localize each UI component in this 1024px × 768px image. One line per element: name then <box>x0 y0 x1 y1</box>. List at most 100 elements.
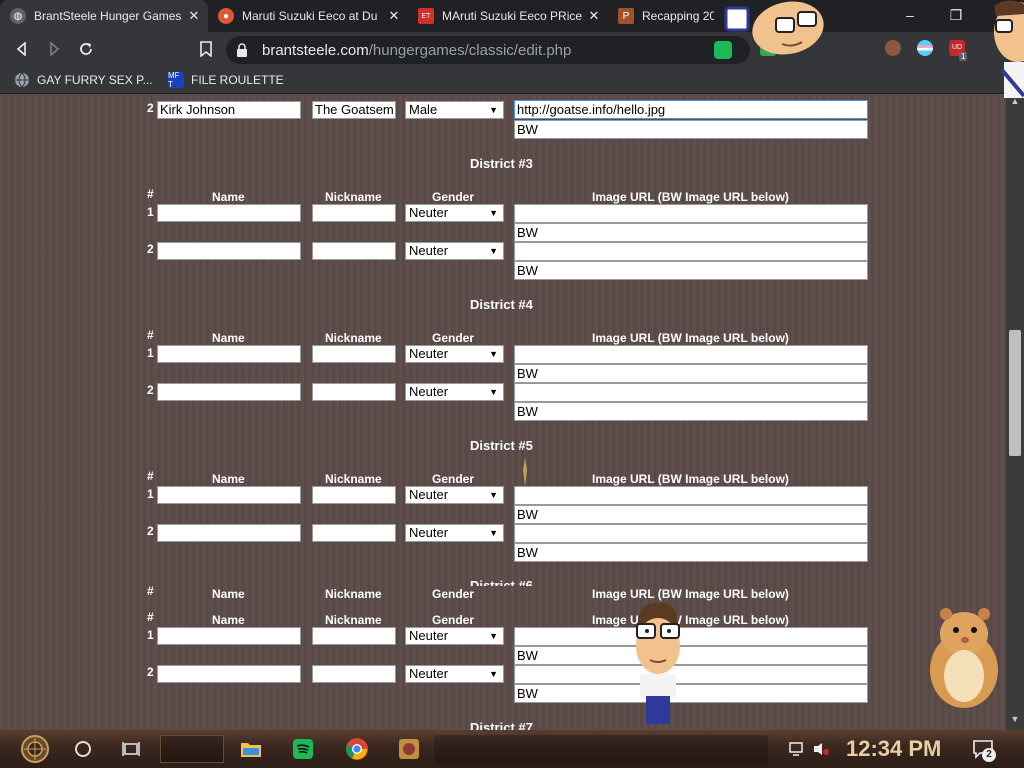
name-input[interactable] <box>157 665 301 683</box>
flag-extension-icon[interactable] <box>917 40 933 56</box>
volume-muted-icon[interactable] <box>812 735 830 763</box>
gender-select[interactable]: Neuter ▼ <box>405 524 504 542</box>
start-button[interactable] <box>12 735 58 763</box>
gender-select[interactable]: Neuter ▼ <box>405 242 504 260</box>
task-view-button[interactable] <box>120 735 142 763</box>
nickname-input[interactable] <box>312 383 396 401</box>
bw-image-url-input[interactable]: BW <box>514 543 868 562</box>
header-nickname: Nickname <box>325 190 382 204</box>
nickname-input[interactable] <box>312 345 396 363</box>
header-image-url: Image URL (BW Image URL below) <box>592 331 789 345</box>
header-name: Name <box>212 613 245 627</box>
spotify-taskbar-button[interactable] <box>290 735 316 763</box>
header-nickname: Nickname <box>325 613 382 627</box>
speaker-icon <box>814 743 829 755</box>
bookmark-file-roulette[interactable]: MF T FILE ROULETTE <box>168 71 284 89</box>
gender-select[interactable]: Neuter ▼ <box>405 204 504 222</box>
bw-image-url-input[interactable]: BW <box>514 402 868 421</box>
gender-value: Neuter <box>409 525 449 540</box>
chrome-taskbar-button[interactable] <box>342 735 372 763</box>
forward-icon <box>50 42 60 56</box>
lock-icon <box>237 43 247 57</box>
close-icon[interactable]: ✕ <box>186 8 202 24</box>
forward-button[interactable] <box>43 38 65 60</box>
bw-image-url-input[interactable]: BW <box>514 223 868 242</box>
bookmark-star-button[interactable] <box>195 38 217 60</box>
image-url-input[interactable] <box>514 204 868 223</box>
et-icon: ET <box>418 8 434 24</box>
nickname-input[interactable] <box>312 665 396 683</box>
nickname-input[interactable] <box>312 242 396 260</box>
close-icon[interactable]: ✕ <box>386 8 402 24</box>
minimize-button[interactable]: – <box>888 0 932 30</box>
nickname-input[interactable] <box>312 486 396 504</box>
close-icon[interactable]: ✕ <box>586 8 602 24</box>
image-url-input[interactable] <box>514 242 868 261</box>
tab-maruti-duckduckgo[interactable]: ● Maruti Suzuki Eeco at Du ✕ <box>208 0 408 32</box>
bw-image-url-input[interactable]: BW <box>514 364 868 383</box>
image-url-input[interactable] <box>514 486 868 505</box>
bw-image-url-input[interactable]: BW <box>514 120 868 139</box>
globe-icon: ◍ <box>10 8 26 24</box>
network-icon[interactable] <box>788 735 806 763</box>
back-button[interactable] <box>11 38 33 60</box>
name-input[interactable] <box>157 383 301 401</box>
reload-button[interactable] <box>75 38 97 60</box>
bw-image-url-input[interactable]: BW <box>514 505 868 524</box>
bookmark-icon <box>200 41 212 57</box>
scroll-thumb[interactable] <box>1009 330 1021 456</box>
gender-select[interactable]: Neuter ▼ <box>405 627 504 645</box>
bookmark-gay-furry[interactable]: GAY FURRY SEX P... <box>14 72 153 88</box>
taskbar-clock[interactable]: 12:34 PM <box>846 736 941 762</box>
name-input[interactable] <box>157 345 301 363</box>
name-input[interactable]: Kirk Johnson <box>157 101 301 119</box>
name-input[interactable] <box>157 524 301 542</box>
taskbar-search-slot[interactable] <box>160 735 224 763</box>
scroll-down-arrow-icon[interactable]: ▼ <box>1006 714 1024 724</box>
gender-select[interactable]: Neuter ▼ <box>405 665 504 683</box>
header-name: Name <box>212 587 245 601</box>
bw-image-url-input[interactable]: BW <box>514 646 868 665</box>
name-input[interactable] <box>157 242 301 260</box>
name-input[interactable] <box>157 627 301 645</box>
dropdown-arrow-icon: ▼ <box>489 105 498 115</box>
tab-title: Recapping 20 <box>642 9 714 23</box>
gender-select[interactable]: Neuter ▼ <box>405 345 504 363</box>
url-text: brantsteele.com/hungergames/classic/edit… <box>262 42 571 59</box>
image-url-input[interactable] <box>514 665 868 684</box>
dropdown-arrow-icon: ▼ <box>489 528 498 538</box>
image-url-input[interactable] <box>514 524 868 543</box>
profile-avatar-icon[interactable] <box>885 40 901 56</box>
image-url-input[interactable] <box>514 627 868 646</box>
name-input[interactable] <box>157 204 301 222</box>
name-input[interactable] <box>157 486 301 504</box>
page-scrollbar[interactable]: ▲ ▼ <box>1006 94 1024 730</box>
image-url-input[interactable] <box>514 383 868 402</box>
image-url-input[interactable]: http://goatse.info/hello.jpg <box>514 100 868 119</box>
gender-select[interactable]: Male ▼ <box>405 101 504 119</box>
header-image-url: Image URL (BW Image URL below) <box>592 472 789 486</box>
bw-image-url-input[interactable]: BW <box>514 261 868 280</box>
tab-maruti-price[interactable]: ET MAruti Suzuki Eeco PRice ✕ <box>408 0 608 32</box>
app-taskbar-button[interactable] <box>396 735 422 763</box>
header-name: Name <box>212 190 245 204</box>
tab-brantsteele[interactable]: ◍ BrantSteele Hunger Games ✕ <box>0 0 208 32</box>
bw-image-url-input[interactable]: BW <box>514 684 868 703</box>
gender-select[interactable]: Neuter ▼ <box>405 383 504 401</box>
image-url-input[interactable] <box>514 345 868 364</box>
nickname-input[interactable] <box>312 627 396 645</box>
header-num: # <box>147 187 154 201</box>
maximize-button[interactable]: ❐ <box>934 0 978 30</box>
nickname-input[interactable] <box>312 524 396 542</box>
gender-value: Neuter <box>409 487 449 502</box>
district-title: District #6 <box>470 578 533 586</box>
header-image-url: Image URL (BW Image URL below) <box>592 613 789 627</box>
address-bar[interactable]: brantsteele.com/hungergames/classic/edit… <box>226 36 750 64</box>
nickname-input[interactable] <box>312 204 396 222</box>
file-explorer-button[interactable] <box>238 735 264 763</box>
tab-recapping[interactable]: P Recapping 20 <box>608 0 720 32</box>
nickname-input[interactable]: The Goatsem <box>312 101 396 119</box>
gender-select[interactable]: Neuter ▼ <box>405 486 504 504</box>
dropdown-arrow-icon: ▼ <box>489 349 498 359</box>
cortana-button[interactable] <box>72 735 94 763</box>
